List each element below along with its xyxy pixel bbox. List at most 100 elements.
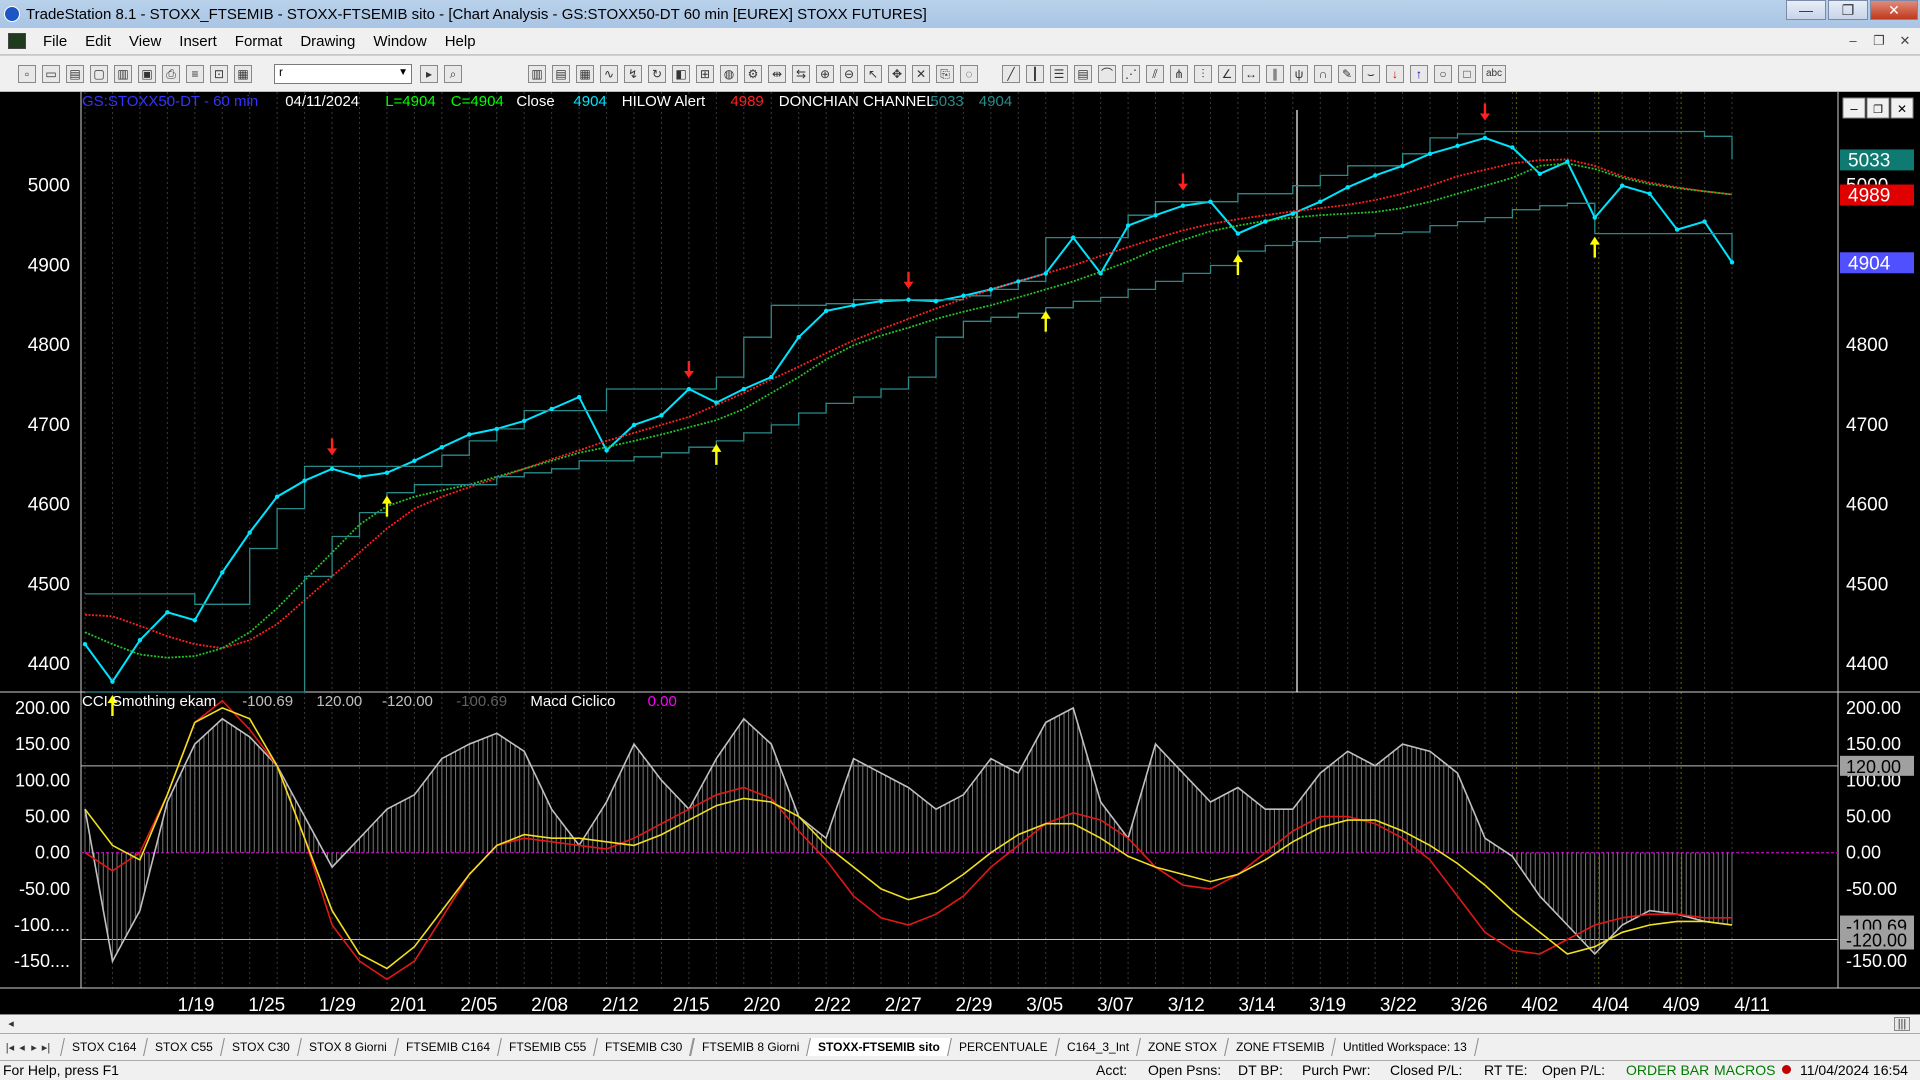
tradestation-app-icon[interactable]: [4, 6, 20, 22]
workspace-tab[interactable]: FTSEMIB 8 Giorni: [689, 1038, 811, 1056]
chart-analysis-window[interactable]: GS:STOXX50-DT - 60 min 04/11/2024 L=4904 C=…: [0, 92, 1920, 1016]
print-icon[interactable]: ⎙: [162, 64, 180, 83]
chart-icon[interactable]: ▥: [114, 64, 132, 83]
menu-help[interactable]: Help: [436, 33, 485, 50]
menu-drawing[interactable]: Drawing: [291, 33, 364, 50]
chart-canvas[interactable]: GS:STOXX50-DT - 60 min 04/11/2024 L=4904 C=…: [0, 92, 1920, 1016]
arrow-right-icon[interactable]: ▸: [420, 64, 438, 83]
scroll-left-icon[interactable]: ◂: [3, 1017, 19, 1031]
channel-icon[interactable]: ⫽: [1146, 64, 1164, 83]
status-macros[interactable]: MACROS: [1714, 1062, 1775, 1078]
workspace-tab[interactable]: STOX C30: [220, 1038, 303, 1056]
status-order-bar[interactable]: ORDER BAR: [1626, 1062, 1709, 1078]
gann-icon[interactable]: ⌒: [1098, 64, 1116, 83]
tab-prev-icon[interactable]: ◂: [16, 1041, 28, 1054]
format-icon[interactable]: ≡: [186, 64, 204, 83]
workspace-tab[interactable]: ZONE STOX: [1135, 1038, 1229, 1056]
arrow-down-icon[interactable]: ↓: [1386, 64, 1404, 83]
chart-window-icon[interactable]: [8, 33, 26, 49]
horizontal-scrollbar[interactable]: ◂ |||: [0, 1014, 1920, 1033]
new-window-icon[interactable]: ▢: [90, 64, 108, 83]
workspace-tab[interactable]: Untitled Workspace: 13: [1331, 1038, 1480, 1056]
menu-insert[interactable]: Insert: [170, 33, 226, 50]
pitchfork-icon[interactable]: ψ: [1290, 64, 1308, 83]
workspace-tab[interactable]: PERCENTUALE: [946, 1038, 1060, 1056]
menu-format[interactable]: Format: [226, 33, 292, 50]
workspace-tab[interactable]: ZONE FTSEMIB: [1223, 1038, 1337, 1056]
close-point: [933, 299, 939, 304]
mdi-minimize-button[interactable]: –: [1842, 32, 1864, 50]
arc-icon[interactable]: ∩: [1314, 64, 1332, 83]
vertical-lines-icon[interactable]: ┃: [1026, 64, 1044, 83]
chevron-down-icon[interactable]: ▼: [398, 67, 408, 78]
mdi-close-button[interactable]: ✕: [1894, 32, 1916, 50]
bar-chart-icon[interactable]: ▥: [528, 64, 546, 83]
price-pane[interactable]: [82, 103, 1735, 716]
connection-status-icon: [1782, 1062, 1791, 1078]
workspace-tab[interactable]: FTSEMIB C164: [394, 1038, 502, 1056]
workspace-tab[interactable]: STOXX-FTSEMIB sito: [806, 1038, 952, 1056]
workspace-tab[interactable]: FTSEMIB C55: [497, 1038, 599, 1056]
workspace-tab[interactable]: C164_3_Int: [1054, 1038, 1141, 1056]
oscillator-pane[interactable]: [81, 699, 1838, 981]
pointer-icon[interactable]: ↖: [864, 64, 882, 83]
tools-icon[interactable]: ✕: [912, 64, 930, 83]
parallel-icon[interactable]: ∥: [1266, 64, 1284, 83]
macro-icon[interactable]: ⎘: [936, 64, 954, 83]
trendline-icon[interactable]: ╱: [1002, 64, 1020, 83]
text-icon[interactable]: abc: [1482, 64, 1506, 83]
speed-lines-icon[interactable]: ⋰: [1122, 64, 1140, 83]
menu-file[interactable]: File: [34, 33, 76, 50]
tab-last-icon[interactable]: ▸|: [40, 1041, 52, 1054]
workspace-icon[interactable]: ▤: [66, 64, 84, 83]
pane-window-buttons[interactable]: – ❐ ✕: [1842, 97, 1914, 119]
ruler-icon[interactable]: ↔: [1242, 64, 1260, 83]
drag-icon[interactable]: ✥: [888, 64, 906, 83]
ellipse-icon[interactable]: ○: [1434, 64, 1452, 83]
compress-icon[interactable]: ⇆: [792, 64, 810, 83]
disabled-icon[interactable]: ◌: [960, 64, 978, 83]
save-icon[interactable]: ▣: [138, 64, 156, 83]
pen-icon[interactable]: ✎: [1338, 64, 1356, 83]
data-window-icon[interactable]: ▤: [552, 64, 570, 83]
workspace-tab[interactable]: STOX C164: [60, 1038, 149, 1056]
fibonacci-icon[interactable]: ▤: [1074, 64, 1092, 83]
zoom-in-icon[interactable]: ⊕: [816, 64, 834, 83]
globe-icon[interactable]: ◍: [720, 64, 738, 83]
workspace-tab[interactable]: STOX C55: [143, 1038, 226, 1056]
tab-next-icon[interactable]: ▸: [28, 1041, 40, 1054]
table-icon[interactable]: ▦: [576, 64, 594, 83]
refresh-icon[interactable]: ↻: [648, 64, 666, 83]
style-icon[interactable]: ◧: [672, 64, 690, 83]
andrews-icon[interactable]: ⋔: [1170, 64, 1188, 83]
lock-icon[interactable]: ⊡: [210, 64, 228, 83]
zoom-out-icon[interactable]: ⊖: [840, 64, 858, 83]
menu-window[interactable]: Window: [364, 33, 435, 50]
curve-icon[interactable]: ⌣: [1362, 64, 1380, 83]
close-button[interactable]: ✕: [1870, 0, 1918, 20]
symbol-combo[interactable]: r ▼: [274, 63, 412, 84]
bar-spacing-icon[interactable]: ⇹: [768, 64, 786, 83]
indicator-icon[interactable]: ∿: [600, 64, 618, 83]
workspace-tab[interactable]: STOX 8 Giorni: [297, 1038, 399, 1056]
workspace-tab[interactable]: FTSEMIB C30: [593, 1038, 695, 1056]
mdi-restore-button[interactable]: ❐: [1868, 32, 1890, 50]
maximize-button[interactable]: ❐: [1828, 0, 1868, 20]
arrow-up-icon[interactable]: ↑: [1410, 64, 1428, 83]
options-icon[interactable]: ⚙: [744, 64, 762, 83]
minimize-button[interactable]: —: [1786, 0, 1826, 20]
open-icon[interactable]: ▭: [42, 64, 60, 83]
new-icon[interactable]: ▫: [18, 64, 36, 83]
link-icon[interactable]: ⊞: [696, 64, 714, 83]
angle-icon[interactable]: ∠: [1218, 64, 1236, 83]
tab-first-icon[interactable]: |◂: [4, 1041, 16, 1054]
menu-view[interactable]: View: [120, 33, 170, 50]
symbol-search-icon[interactable]: ⌕: [444, 64, 462, 83]
grid-icon[interactable]: ▦: [234, 64, 252, 83]
horizontal-lines-icon[interactable]: ☰: [1050, 64, 1068, 83]
menu-edit[interactable]: Edit: [76, 33, 120, 50]
time-zone-icon[interactable]: ⫶: [1194, 64, 1212, 83]
strategy-icon[interactable]: ↯: [624, 64, 642, 83]
rectangle-icon[interactable]: □: [1458, 64, 1476, 83]
scroll-thumb[interactable]: |||: [1894, 1017, 1910, 1031]
